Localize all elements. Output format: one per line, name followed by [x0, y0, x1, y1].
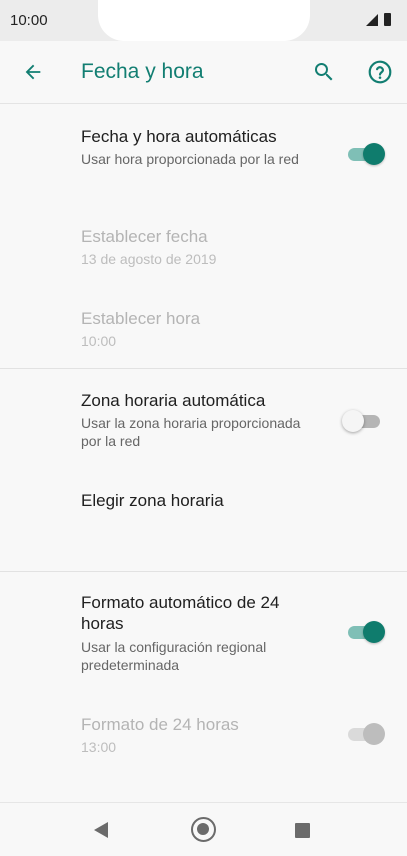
battery-icon — [384, 13, 391, 26]
help-circle-icon — [368, 60, 392, 84]
setting-subtitle: Usar hora proporcionada por la red — [81, 151, 299, 167]
nav-recents-icon[interactable] — [295, 823, 310, 838]
setting-title: Elegir zona horaria — [81, 491, 224, 510]
24h-format-switch — [346, 722, 386, 746]
setting-choose-timezone[interactable]: Elegir zona horaria — [0, 460, 407, 571]
setting-set-date: Establecer fecha 13 de agosto de 2019 — [0, 196, 407, 284]
setting-title: Establecer hora — [81, 309, 201, 328]
notch — [98, 0, 310, 41]
screen: 10:00 Fecha y hora Fecha y hora automáti… — [0, 0, 407, 856]
setting-title: Fecha y hora automáticas — [81, 127, 277, 146]
switch-thumb — [342, 410, 364, 432]
signal-icon — [366, 14, 378, 26]
navigation-bar — [0, 802, 407, 856]
setting-subtitle: 10:00 — [81, 333, 117, 349]
setting-24h-format: Formato de 24 horas 13:00 — [0, 698, 407, 802]
setting-title: Zona horaria automática — [81, 391, 266, 410]
switch-thumb — [363, 143, 385, 165]
back-button[interactable] — [18, 57, 48, 87]
auto-timezone-switch[interactable] — [342, 409, 386, 433]
setting-subtitle: 13:00 — [81, 739, 117, 755]
setting-subtitle: 13 de agosto de 2019 — [81, 251, 217, 267]
page-title: Fecha y hora — [81, 60, 204, 83]
setting-set-time: Establecer hora 10:00 — [0, 284, 407, 368]
status-icons — [366, 13, 391, 26]
auto-datetime-switch[interactable] — [346, 142, 386, 166]
nav-back-icon[interactable] — [94, 822, 108, 838]
setting-auto-24h[interactable]: Formato automático de 24 horas Usar la c… — [0, 572, 407, 698]
app-bar: Fecha y hora — [0, 41, 407, 104]
auto-24h-switch[interactable] — [346, 620, 386, 644]
setting-title: Formato automático de 24 horas — [81, 593, 280, 633]
setting-title: Establecer fecha — [81, 227, 208, 246]
arrow-left-icon — [25, 64, 41, 80]
setting-subtitle: Usar la configuración regional predeterm… — [81, 639, 267, 673]
setting-auto-datetime[interactable]: Fecha y hora automáticas Usar hora propo… — [0, 104, 407, 196]
setting-auto-timezone[interactable]: Zona horaria automática Usar la zona hor… — [0, 369, 407, 460]
status-time: 10:00 — [10, 12, 48, 29]
nav-home-icon[interactable] — [191, 817, 216, 842]
search-button[interactable] — [309, 57, 339, 87]
switch-thumb — [363, 621, 385, 643]
setting-subtitle: Usar la zona horaria proporcionada por l… — [81, 415, 301, 449]
help-button[interactable] — [365, 57, 395, 87]
switch-thumb — [363, 723, 385, 745]
setting-title: Formato de 24 horas — [81, 715, 239, 734]
status-bar: 10:00 — [0, 0, 407, 41]
search-icon — [315, 63, 333, 81]
